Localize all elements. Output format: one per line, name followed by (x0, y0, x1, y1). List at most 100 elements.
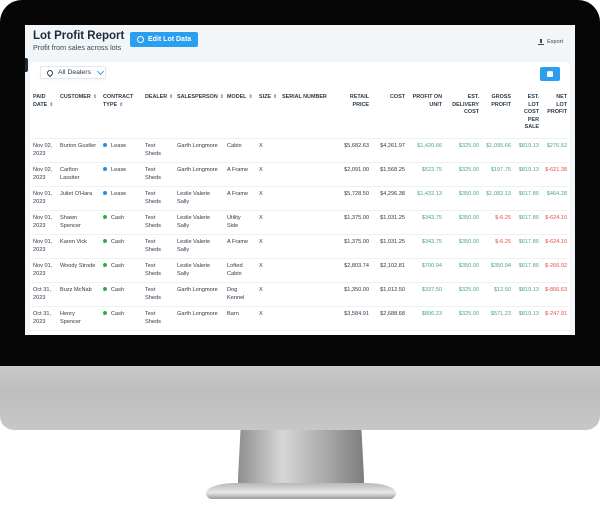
sort-icon[interactable]: ⇕ (273, 94, 277, 100)
cell-serial (279, 233, 335, 258)
cell-value: X (259, 262, 263, 269)
cell-serial (279, 257, 335, 282)
cell-size: X (256, 233, 279, 258)
cell-value: $325.00 (458, 310, 479, 317)
table-row[interactable]: Oct 31, 2023 Buzz McNab Cash Test Sheds Gart… (30, 281, 570, 306)
cell-value: $350.00 (458, 262, 479, 269)
cell-value: $2,102.81 (380, 262, 405, 269)
cell-value: Test Sheds (145, 166, 161, 182)
cell-value: $12.50 (493, 286, 511, 293)
column-header-paid-date[interactable]: Paid Date ⇕ (30, 92, 57, 138)
column-header-model[interactable]: Model ⇕ (224, 92, 256, 138)
cell-contract-type: Lease (100, 161, 142, 186)
sort-icon[interactable]: ⇕ (93, 94, 97, 100)
cell-lot-cost: $617.85 (514, 233, 542, 258)
column-header-label: Retail Price (349, 94, 369, 108)
sort-icon[interactable]: ⇕ (169, 94, 173, 100)
export-button[interactable]: Export (538, 39, 563, 45)
cell-value: Burton Gustler (60, 142, 97, 149)
cell-profit-unit: $343.75 (408, 209, 445, 234)
cell-salesperson: Leslie Valerie Sally (174, 257, 224, 282)
cell-cost: $2,688.68 (372, 305, 408, 330)
sort-icon[interactable]: ⇕ (119, 102, 123, 108)
cell-value: Pierre Despereaux (60, 335, 90, 336)
cell-net: $-624.10 (542, 233, 570, 258)
table-row[interactable]: Oct 30, 2023 Pierre Despereaux Cash Test Sh… (30, 329, 570, 336)
column-header-size[interactable]: Size ⇕ (256, 92, 279, 138)
column-header-customer[interactable]: Customer ⇕ (57, 92, 100, 138)
sort-icon[interactable]: ⇕ (248, 94, 252, 100)
cell-lot-cost: $617.85 (514, 257, 542, 282)
date-range-button[interactable] (540, 67, 560, 81)
cell-value: Buzz McNab (60, 286, 92, 293)
column-header-cost[interactable]: Cost (372, 92, 408, 138)
column-header-delivery[interactable]: Est. Delivery Cost (445, 92, 482, 138)
cell-size: X (256, 305, 279, 330)
cell-value: $2,091.00 (344, 166, 369, 173)
edit-lot-data-button[interactable]: Edit Lot Data (130, 32, 199, 47)
cell-size: X (256, 281, 279, 306)
table-row[interactable]: Nov 01, 2023 Woody Strode Cash Test Sheds Le… (30, 257, 570, 282)
column-header-serial[interactable]: Serial Number (279, 92, 335, 138)
cell-value: X (259, 142, 263, 149)
cell-net: $-806.63 (542, 281, 570, 306)
cell-value: Dog Kennel (227, 286, 245, 302)
cell-value: $1,012.50 (380, 286, 405, 293)
table-row[interactable]: Nov 01, 2023 Shawn Spencer Cash Test Sheds L… (30, 209, 570, 234)
cell-contract-type: Cash (100, 305, 142, 330)
cell-net: $-266.92 (542, 257, 570, 282)
cell-value: Utility Side (227, 214, 241, 230)
cell-value: Test Sheds (145, 238, 161, 254)
table-row[interactable]: Nov 02, 2023 Carlton Lassiter Lease Test Sh… (30, 161, 570, 186)
column-header-profit-unit[interactable]: Profit on Unit (408, 92, 445, 138)
column-header-lot-cost[interactable]: Est. Lot Cost per Sale (514, 92, 542, 138)
cell-value: Leslie Valerie Sally (177, 262, 211, 278)
download-icon (538, 39, 545, 45)
column-header-salesperson[interactable]: Salesperson ⇕ (174, 92, 224, 138)
cell-value: $-621.38 (545, 166, 568, 173)
cell-profit-unit: $896.23 (408, 305, 445, 330)
cell-lot-cost: $617.85 (514, 185, 542, 210)
cell-gross: $1,095.66 (482, 137, 514, 162)
cell-value: Test Sheds (145, 286, 161, 302)
table-header-row: Paid Date ⇕ Customer ⇕ Contract Type ⇕ Dealer ⇕… (30, 92, 570, 138)
cell-serial (279, 161, 335, 186)
dealer-select[interactable]: All Dealers (40, 66, 106, 79)
column-header-retail[interactable]: Retail Price (335, 92, 372, 138)
cell-lot-cost: $617.85 (514, 209, 542, 234)
cell-value: $343.75 (421, 238, 442, 245)
column-header-contract-type[interactable]: Contract Type ⇕ (100, 92, 142, 138)
table-row[interactable]: Nov 01, 2023 Juliet O'Hara Lease Test Sheds… (30, 185, 570, 210)
cell-gross: $-6.25 (482, 209, 514, 234)
table-row[interactable]: Nov 01, 2023 Karen Vick Cash Test Sheds Lesl… (30, 233, 570, 258)
cell-value: Test Sheds (145, 142, 161, 158)
cell-paid-date: Nov 01, 2023 (30, 209, 57, 234)
cell-model: Utility Side (224, 209, 256, 234)
cell-value: $325.00 (458, 166, 479, 173)
table-row[interactable]: Nov 02, 2023 Burton Gustler Lease Test Shed… (30, 137, 570, 162)
column-header-gross[interactable]: Gross Profit (482, 92, 514, 138)
cell-model: Lofted Cabin (224, 257, 256, 282)
report-card: All Dealers Paid Date ⇕ Customer ⇕ Contract … (30, 62, 570, 335)
sort-icon[interactable]: ⇕ (49, 102, 53, 108)
column-header-dealer[interactable]: Dealer ⇕ (142, 92, 174, 138)
cell-value: Nov 01, 2023 (33, 262, 53, 278)
cell-value: X (259, 190, 263, 197)
cell-value: $350.94 (490, 262, 511, 269)
table-row[interactable]: Oct 31, 2023 Henry Spencer Cash Test Sheds G… (30, 305, 570, 330)
monitor-stand-neck (238, 430, 364, 490)
cell-value: $343.75 (421, 214, 442, 221)
lease-status-dot-icon (103, 167, 107, 172)
cell-value: $-247.91 (545, 310, 568, 317)
cell-contract-type: Cash (100, 257, 142, 282)
cell-value: Cash (111, 238, 125, 245)
column-header-net[interactable]: Net Lot Profit (542, 92, 570, 138)
cell-net: $-624.10 (542, 209, 570, 234)
cell-value: $350.00 (458, 214, 479, 221)
sidebar-toggle[interactable] (25, 58, 28, 72)
chevron-down-icon (96, 67, 104, 76)
cell-value: Shawn Spencer (60, 214, 81, 230)
cell-value: $325.00 (458, 286, 479, 293)
sort-icon[interactable]: ⇕ (220, 94, 224, 100)
cell-contract-type: Lease (100, 185, 142, 210)
